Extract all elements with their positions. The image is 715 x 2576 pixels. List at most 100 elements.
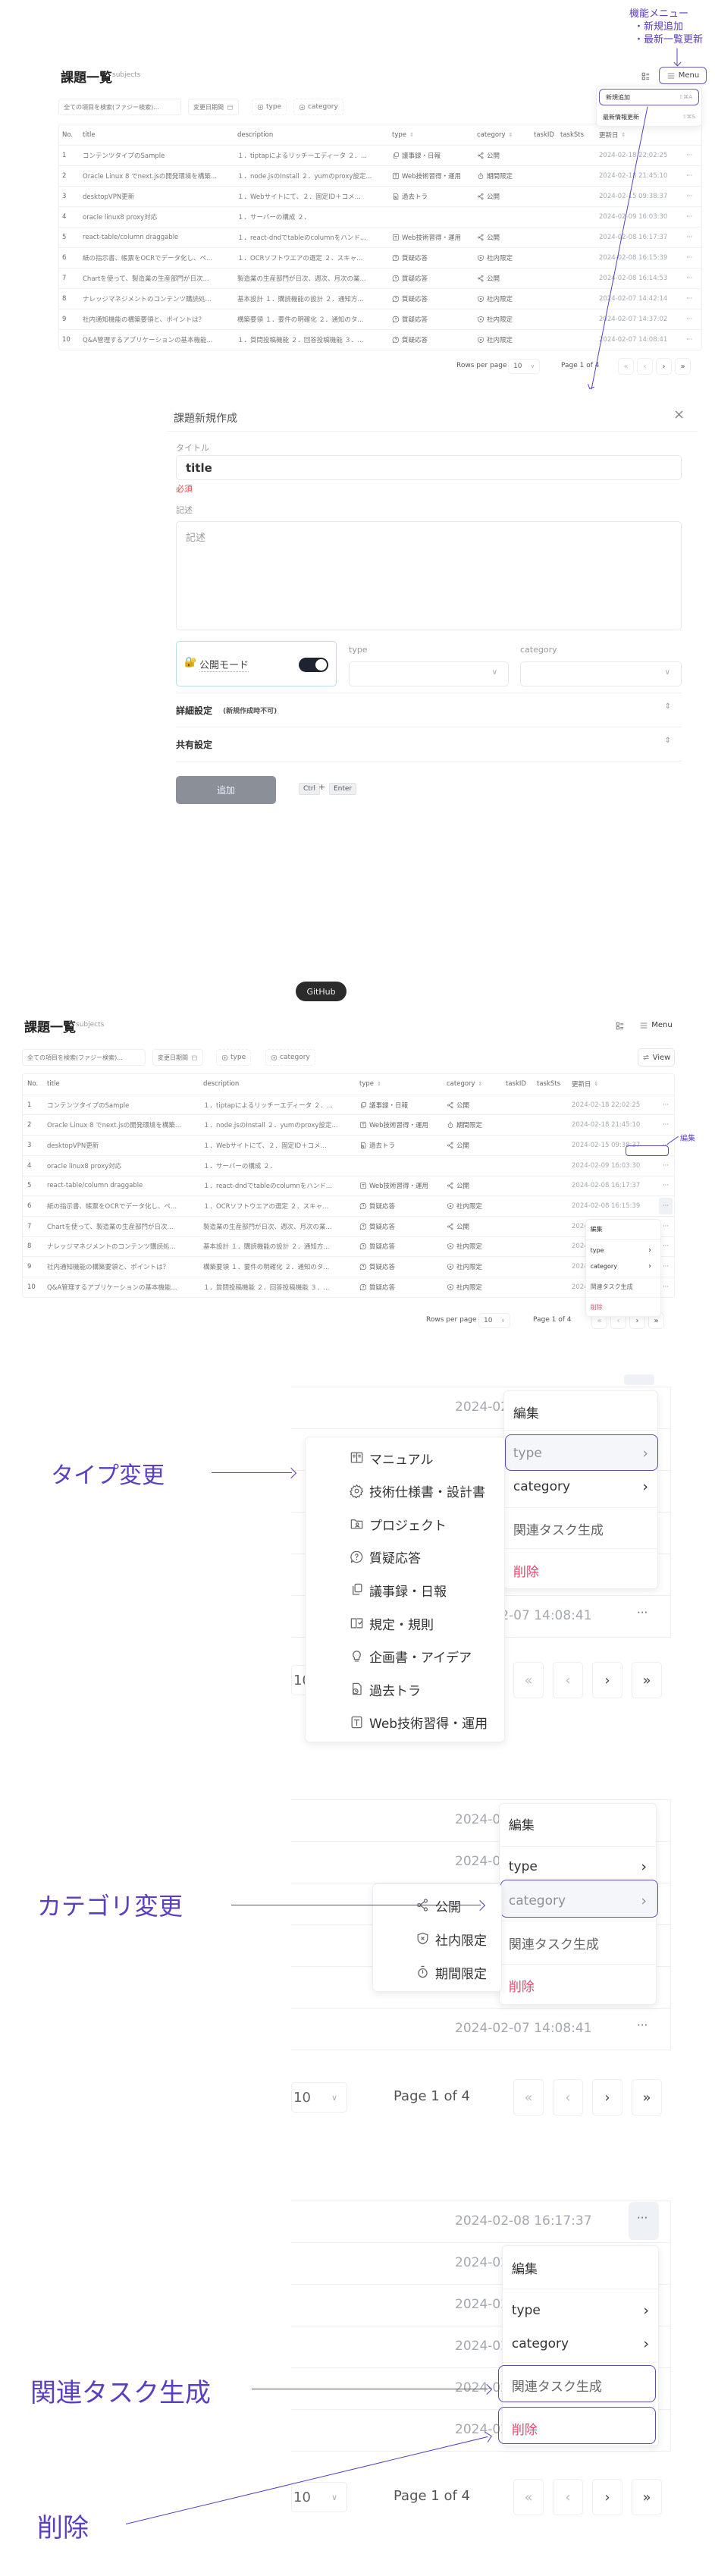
- page-first-button[interactable]: «: [513, 2479, 544, 2515]
- submenu-item[interactable]: マニュアル: [306, 1447, 504, 1469]
- row-title[interactable]: コンテンツタイプのSample: [83, 146, 165, 165]
- row-title[interactable]: 紙の指示書、帳票をOCRでデータ化し、ペ...: [83, 248, 212, 268]
- menu-item-delete[interactable]: 削除: [586, 1299, 660, 1315]
- public-mode-toggle[interactable]: [299, 658, 328, 672]
- date-range-filter[interactable]: 変更日期間: [152, 1049, 203, 1066]
- menu-item-category[interactable]: category ›: [503, 2336, 658, 2352]
- submenu-item[interactable]: 企画書・アイデア: [306, 1646, 504, 1667]
- grid-view-icon[interactable]: [641, 70, 651, 84]
- row-title[interactable]: oracle linux8 proxy対応: [83, 207, 157, 227]
- menu-item-delete[interactable]: 削除: [500, 1978, 656, 1995]
- row-actions-button[interactable]: ···: [682, 269, 696, 288]
- table-row[interactable]: 1 コンテンツタイプのSample １．tiptapによるリッチーエディータ ２．.…: [23, 1094, 674, 1115]
- sort-icon[interactable]: ⇕: [409, 132, 414, 138]
- type-filter[interactable]: type: [252, 99, 287, 115]
- page-prev-button[interactable]: ‹: [553, 2479, 583, 2515]
- category-select[interactable]: ∨: [520, 661, 682, 686]
- menu-item-related-task[interactable]: 関連タスク生成: [504, 1521, 657, 1538]
- row-actions-button[interactable]: ···: [682, 330, 696, 350]
- table-row[interactable]: 4 oracle linux8 proxy対応 １．サーバーの構成 ２． 2024-0…: [59, 206, 701, 227]
- row-title[interactable]: 社内通知機能の構築要領と、ポイントは？: [47, 1257, 169, 1277]
- share-settings-accordion[interactable]: 共有設定 ⇕: [176, 727, 682, 761]
- column-header[interactable]: 更新日 ⇕: [599, 124, 626, 145]
- column-header[interactable]: type ⇕: [392, 124, 414, 145]
- menu-item-type[interactable]: type ›: [500, 1858, 656, 1875]
- submenu-item[interactable]: プロジェクト: [306, 1513, 504, 1535]
- description-textarea[interactable]: 記述: [176, 521, 682, 630]
- title-input[interactable]: title: [176, 455, 682, 480]
- rows-per-page-select[interactable]: 10 ∨: [291, 2482, 347, 2512]
- table-row[interactable]: 4 oracle linux8 proxy対応 １．サーバーの構成 ２． 2024-0…: [23, 1154, 674, 1176]
- table-row[interactable]: 9 社内通知機能の構築要領と、ポイントは？ 構築要領 １．要件の明確化 ２．通知のタ…: [23, 1256, 674, 1277]
- menu-item-refresh[interactable]: 最新情報更新 ⇧⌘S: [597, 108, 701, 125]
- search-input[interactable]: 全ての項目を検索(ファジー検索)...: [58, 99, 181, 115]
- rows-per-page-select[interactable]: 10 ∨: [508, 359, 540, 374]
- column-header[interactable]: category ⇕: [477, 124, 513, 145]
- table-row[interactable]: 5 react-table/column draggable １．react-dnd…: [59, 227, 701, 247]
- sort-icon[interactable]: ⇕: [594, 1081, 599, 1087]
- table-row[interactable]: 8 ナレッジマネジメントのコンテンツ購読処... 基本設計 １．購読機能の設計 ２．…: [59, 288, 701, 309]
- table-row[interactable]: 3 desktopVPN更新 １．Webサイトにて、２．固定ID＋コメ... 過去トラ…: [23, 1135, 674, 1155]
- view-button[interactable]: View: [638, 1048, 675, 1067]
- row-title[interactable]: oracle linux8 proxy対応: [47, 1156, 121, 1176]
- table-row[interactable]: 6 紙の指示書、帳票をOCRでデータ化し、ペ... １．OCRソフトウエアの選定 ２…: [23, 1195, 674, 1216]
- page-last-button[interactable]: »: [632, 1662, 662, 1698]
- menu-button[interactable]: Menu: [659, 67, 707, 84]
- row-title[interactable]: 社内通知機能の構築要領と、ポイントは？: [83, 309, 205, 329]
- row-actions-button[interactable]: ···: [637, 2018, 648, 2032]
- row-title[interactable]: Oracle Linux 8 でnext.jsの開発環境を構築...: [47, 1115, 181, 1135]
- page-first-button[interactable]: «: [513, 1662, 544, 1698]
- page-last-button[interactable]: »: [632, 2479, 662, 2515]
- column-header[interactable]: category ⇕: [447, 1074, 482, 1095]
- date-range-filter[interactable]: 変更日期間: [188, 99, 239, 115]
- menu-item-edit[interactable]: 編集: [500, 1816, 656, 1833]
- table-row[interactable]: 10 Q&A管理するアプリケーションの基本機能... １．質問投稿機能 ２．回答投稿…: [59, 329, 701, 350]
- category-filter[interactable]: category: [293, 99, 343, 115]
- row-title[interactable]: react-table/column draggable: [83, 228, 178, 247]
- row-actions-button[interactable]: ···: [682, 248, 696, 268]
- table-row[interactable]: 7 Chartを使って、製造業の生産部門が日次... 製造業の生産部門が日次、週次、…: [23, 1215, 674, 1236]
- sort-icon[interactable]: ⇕: [377, 1081, 381, 1087]
- row-title[interactable]: desktopVPN更新: [47, 1136, 99, 1155]
- row-actions-button[interactable]: ···: [659, 1198, 673, 1214]
- row-actions-button[interactable]: ···: [682, 166, 696, 186]
- row-title[interactable]: react-table/column draggable: [47, 1176, 143, 1196]
- menu-item-category[interactable]: category ›: [504, 1478, 657, 1495]
- row-actions-button[interactable]: ···: [682, 187, 696, 206]
- submenu-item[interactable]: 過去トラ: [306, 1679, 504, 1700]
- menu-item-new[interactable]: 新規追加 ⇧⌘A: [599, 89, 699, 105]
- row-title[interactable]: desktopVPN更新: [83, 187, 134, 206]
- menu-item-related-task[interactable]: 関連タスク生成: [586, 1279, 660, 1294]
- row-actions-button[interactable]: ···: [682, 309, 696, 329]
- table-row[interactable]: 7 Chartを使って、製造業の生産部門が日次... 製造業の生産部門が日次、週次、…: [59, 268, 701, 288]
- menu-item-edit[interactable]: 編集: [504, 1404, 657, 1422]
- sort-icon[interactable]: ⇕: [509, 132, 513, 138]
- search-input[interactable]: 全ての項目を検索(ファジー検索)...: [22, 1049, 146, 1066]
- row-actions-button[interactable]: ···: [682, 207, 696, 227]
- type-select[interactable]: ∨: [349, 661, 509, 686]
- table-row[interactable]: 2 Oracle Linux 8 でnext.jsの開発環境を構築... １．nod…: [23, 1114, 674, 1135]
- table-row[interactable]: 8 ナレッジマネジメントのコンテンツ購読処... 基本設計 １．購読機能の設計 ２．…: [23, 1236, 674, 1257]
- table-row[interactable]: 1 コンテンツタイプのSample １．tiptapによるリッチーエディータ ２．.…: [59, 145, 701, 165]
- menu-item-related-task[interactable]: 関連タスク生成: [500, 1935, 656, 1952]
- submenu-item[interactable]: 社内限定: [373, 1928, 501, 1949]
- page-last-button[interactable]: »: [632, 2079, 662, 2116]
- table-row[interactable]: 10 Q&A管理するアプリケーションの基本機能... １．質問投稿機能 ２．回答投稿…: [23, 1277, 674, 1297]
- page-next-button[interactable]: ›: [592, 2079, 622, 2116]
- row-actions-button[interactable]: ···: [682, 146, 696, 165]
- rows-per-page-select[interactable]: 10 ∨: [478, 1313, 510, 1328]
- table-row[interactable]: 2 Oracle Linux 8 でnext.jsの開発環境を構築... １．nod…: [59, 165, 701, 186]
- table-row[interactable]: 3 desktopVPN更新 １．Webサイトにて、２．固定ID＋コメ... 過去トラ…: [59, 186, 701, 206]
- column-header[interactable]: 更新日 ⇕: [572, 1074, 598, 1095]
- page-last-button[interactable]: »: [675, 358, 691, 375]
- menu-item-edit[interactable]: 編集: [503, 2260, 658, 2277]
- page-next-button[interactable]: ›: [592, 1662, 622, 1698]
- table-row[interactable]: 5 react-table/column draggable １．react-dnd…: [23, 1175, 674, 1196]
- menu-item-category[interactable]: category ›: [586, 1258, 660, 1274]
- category-filter[interactable]: category: [265, 1049, 315, 1066]
- type-filter[interactable]: type: [216, 1049, 252, 1066]
- row-actions-button[interactable]: ···: [637, 2211, 648, 2225]
- row-title[interactable]: ナレッジマネジメントのコンテンツ購読処...: [83, 289, 212, 309]
- detail-settings-accordion[interactable]: 詳細設定 (新規作成時不可) ⇕: [176, 693, 682, 727]
- row-actions-button[interactable]: ···: [659, 1115, 673, 1135]
